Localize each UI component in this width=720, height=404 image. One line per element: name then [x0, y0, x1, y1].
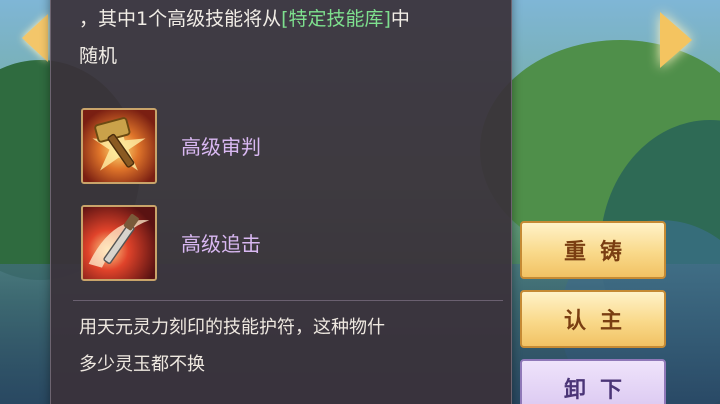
- bind-owner-button-label: 认主: [563, 308, 636, 334]
- item-desc-line2: 多少灵玉都不换: [79, 354, 205, 375]
- skill-name: 高级审判: [181, 135, 261, 159]
- recast-button-label: 重铸: [563, 239, 636, 265]
- chevron-left-icon[interactable]: [22, 14, 48, 62]
- intro-text-line2: 随机: [79, 45, 118, 67]
- chevron-right-icon[interactable]: [660, 12, 692, 68]
- hammer-skill-icon[interactable]: [81, 108, 157, 184]
- recast-button[interactable]: 重铸: [520, 221, 666, 279]
- unequip-button[interactable]: 卸下: [520, 359, 666, 404]
- skill-pool-link[interactable]: [特定技能库]: [281, 8, 391, 30]
- skill-name: 高级追击: [181, 232, 261, 256]
- bind-owner-button[interactable]: 认主: [520, 290, 666, 348]
- divider: [73, 300, 503, 301]
- item-detail-panel: ，其中1个高级技能将从[特定技能库]中 随机 高级审判 高级追击 用天元灵力刻印…: [50, 0, 512, 404]
- intro-text-end: 中: [390, 8, 410, 30]
- intro-text-start: ，其中1个高级技能将从: [79, 8, 282, 30]
- item-description: 用天元灵力刻印的技能护符，这种物什 多少灵玉都不换: [79, 309, 499, 383]
- unequip-button-label: 卸下: [563, 377, 636, 403]
- skill-entry[interactable]: 高级审判: [81, 108, 501, 184]
- item-desc-line1: 用天元灵力刻印的技能护符，这种物什: [79, 317, 385, 338]
- skill-intro-text: ，其中1个高级技能将从[特定技能库]中 随机: [79, 1, 499, 75]
- skill-entry[interactable]: 高级追击: [81, 205, 501, 281]
- slash-skill-icon[interactable]: [81, 205, 157, 281]
